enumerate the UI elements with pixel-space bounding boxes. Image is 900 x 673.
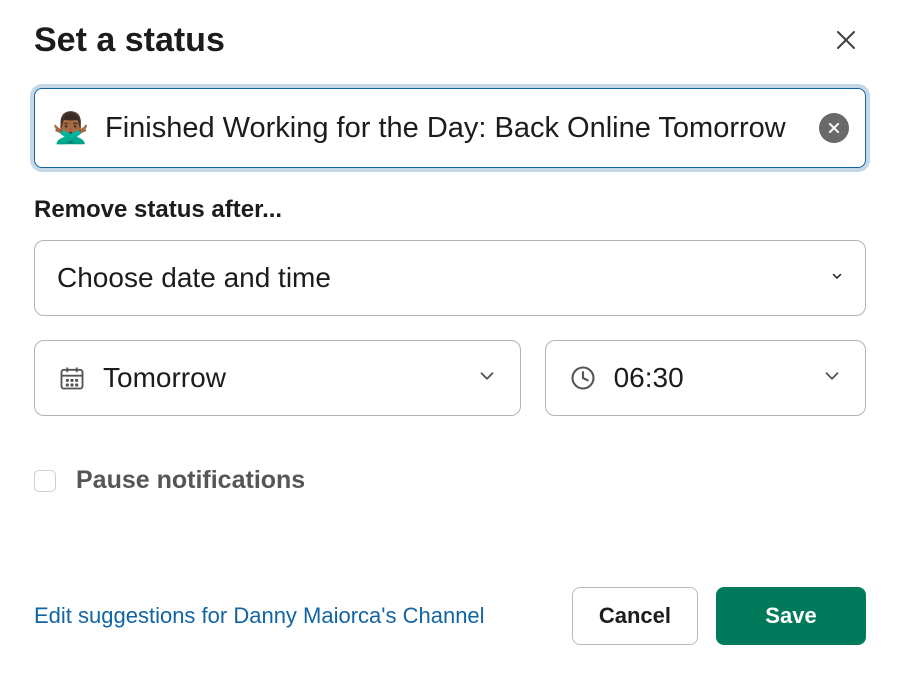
- pause-notifications-checkbox[interactable]: [34, 470, 56, 492]
- date-select[interactable]: Tomorrow: [34, 340, 521, 416]
- time-select-value: 06:30: [614, 362, 805, 394]
- clear-icon: [827, 121, 841, 135]
- date-select-value: Tomorrow: [103, 362, 460, 394]
- status-emoji-picker[interactable]: 🙅🏾‍♂️: [51, 108, 91, 148]
- remove-after-mode-select[interactable]: Choose date and time: [34, 240, 866, 316]
- chevron-down-icon: [821, 365, 843, 392]
- pause-notifications-label: Pause notifications: [76, 466, 305, 495]
- cancel-button[interactable]: Cancel: [572, 587, 698, 645]
- remove-after-label: Remove status after...: [34, 196, 866, 224]
- chevron-down-icon: [831, 269, 843, 287]
- pause-notifications-row[interactable]: Pause notifications: [34, 466, 866, 495]
- close-icon: [834, 28, 858, 52]
- close-button[interactable]: [826, 20, 866, 60]
- remove-after-mode-value: Choose date and time: [57, 262, 815, 294]
- time-select[interactable]: 06:30: [545, 340, 866, 416]
- status-text-input[interactable]: [105, 112, 805, 145]
- chevron-down-icon: [476, 365, 498, 392]
- clear-status-button[interactable]: [819, 113, 849, 143]
- calendar-icon: [57, 364, 87, 392]
- clock-icon: [568, 364, 598, 392]
- save-button[interactable]: Save: [716, 587, 866, 645]
- edit-suggestions-link[interactable]: Edit suggestions for Danny Maiorca's Cha…: [34, 603, 485, 629]
- dialog-title: Set a status: [34, 21, 225, 60]
- status-input-container[interactable]: 🙅🏾‍♂️: [34, 88, 866, 168]
